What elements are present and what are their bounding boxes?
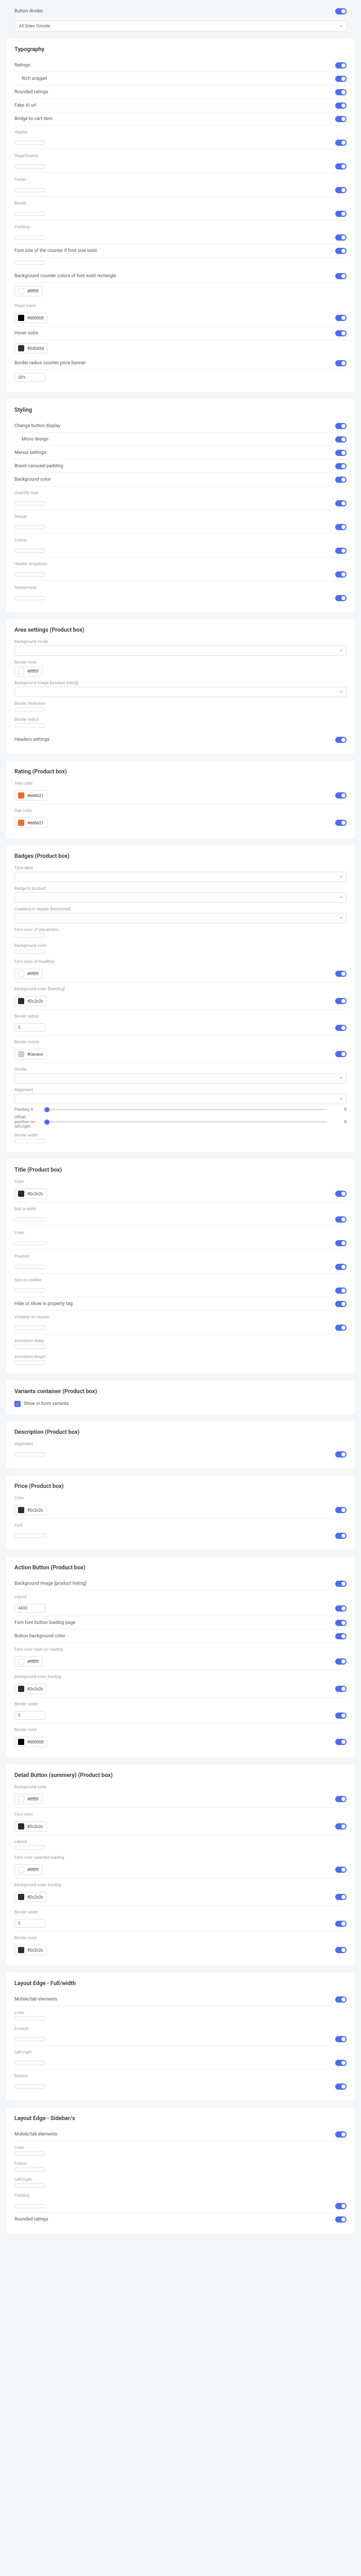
padding-slider[interactable] [44,1109,327,1110]
footer-input[interactable] [14,188,45,192]
title-card: Title (Product box) Color #2c2c2c Add a … [6,1159,355,1374]
chevron-down-icon: ▾ [340,895,342,900]
typography-card: Typography Ratings Rich snippet Rounded … [6,39,355,392]
badge-bg-color[interactable]: #2c2c2c [14,996,47,1006]
badge-radius-input[interactable]: 0 [14,1023,45,1032]
dept-input[interactable] [14,164,45,168]
share-color[interactable]: #000000 [14,313,47,323]
rating-star-color[interactable]: #ed6b21 [14,818,47,828]
rich-snippet-toggle[interactable] [335,76,347,82]
chevron-down-icon: ▾ [340,875,342,879]
badge-font-color[interactable]: #ffffff [14,969,42,979]
area-border-color[interactable]: #ffffff [14,666,42,676]
badge-border-color[interactable]: #cecece [14,1049,46,1059]
border-input[interactable] [14,212,45,216]
variants-checkbox[interactable]: ✓Show in form variants [14,1401,347,1407]
rating-text-color[interactable]: #ed6b21 [14,790,47,801]
chevron-down-icon: ▾ [340,690,342,694]
check-icon: ✓ [14,1401,21,1407]
variants-card: Variants container (Product box) ✓Show i… [6,1381,355,1414]
price-color[interactable]: #2c2c2c [14,1505,47,1515]
br-counter-input[interactable]: 20% [14,373,45,382]
hover-color[interactable]: #2d2d2d [14,343,47,353]
price-card: Price (Product box) Color #2c2c2c Font [6,1476,355,1550]
chevron-down-icon: ▾ [340,649,342,653]
bridge-toggle[interactable] [335,116,347,122]
chevron-down-icon: ▾ [340,24,342,28]
fontsize-input[interactable] [14,261,45,265]
edge-full-card: Layout Edge - Full/width Mobile/tab elem… [6,1973,355,2100]
action-card: Action Button (Product box) Background i… [6,1557,355,1757]
border-thickness-input[interactable] [14,707,45,711]
header-input[interactable] [14,141,45,145]
offset-slider[interactable] [44,1121,327,1123]
bg-counter-color[interactable]: #ffffff [14,286,42,296]
edge-sidebar-card: Layout Edge - Sidebar/s Mobile/tab eleme… [6,2108,355,2233]
rating-card: Rating (Product box) Text color #ed6b21 … [6,761,355,838]
border-radius-input[interactable] [14,723,45,727]
typography-title: Typography [14,46,347,53]
rounded-toggle[interactable] [335,89,347,95]
padding-input[interactable] [14,235,45,240]
detail-card: Detail Button (summery) (Product box) Ba… [6,1765,355,1965]
area-card: Area settings (Product box) Background m… [6,619,355,754]
fake-ai-toggle[interactable] [335,103,347,109]
ratings-toggle[interactable] [335,62,347,69]
chevron-down-icon: ▾ [340,1076,342,1080]
button-divider-label: Button divider [14,9,43,14]
badges-card: Badges (Product box) Type label ▾ Badge … [6,845,355,1152]
chevron-down-icon: ▾ [340,916,342,920]
bg-mode-select[interactable]: ▾ [14,646,347,656]
type-label-select[interactable]: ▾ [14,872,347,882]
title-color[interactable]: #2c2c2c [14,1189,47,1199]
button-divider-toggle[interactable] [335,8,347,14]
styling-card: Styling Change button display Micro desi… [6,399,355,612]
bg-img-select[interactable]: ▾ [14,687,347,697]
desc-card: Description (Product box) Alignment [6,1421,355,1468]
chevron-down-icon: ▾ [340,1097,342,1101]
all-sides-select[interactable]: All Sides Outside ▾ [14,21,347,31]
